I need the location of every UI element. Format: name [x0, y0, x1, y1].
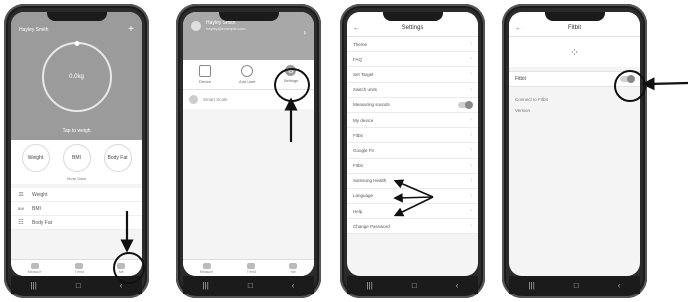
arrow-samsung-health: [393, 196, 434, 217]
arrow-google-fit: [393, 179, 434, 198]
arrow-fitbit: [393, 193, 434, 203]
notch: [544, 12, 605, 21]
notch: [46, 12, 107, 21]
notch: [382, 12, 443, 21]
arrow-left-fitbit-toggle: [641, 77, 689, 91]
annotation-arrows: [120, 77, 689, 253]
notch: [218, 12, 279, 21]
